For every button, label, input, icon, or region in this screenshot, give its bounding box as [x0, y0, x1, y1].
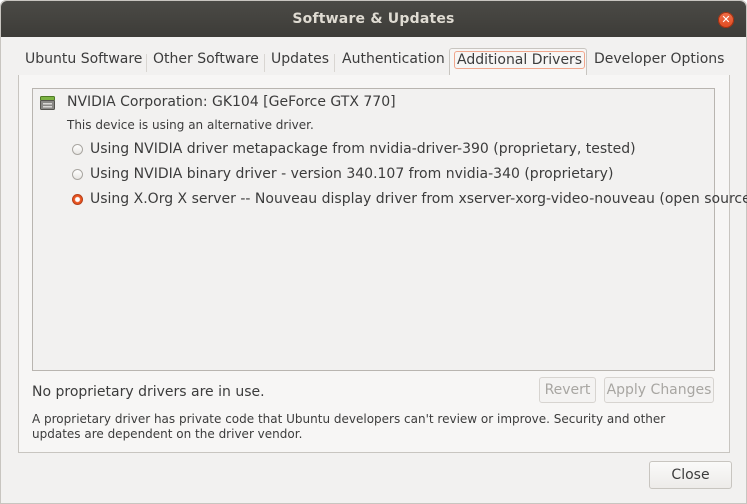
tab-label: Additional Drivers [454, 51, 586, 69]
proprietary-driver-note: A proprietary driver has private code th… [32, 412, 666, 441]
tab-other-software[interactable]: Other Software [153, 51, 259, 75]
tab-label: Other Software [153, 51, 259, 67]
driver-option-label: Using X.Org X server -- Nouveau display … [90, 191, 747, 207]
tab-label: Updates [271, 51, 329, 67]
radio-button[interactable] [72, 169, 83, 180]
tab-label: Ubuntu Software [25, 51, 143, 67]
drivers-list[interactable]: NVIDIA Corporation: GK104 [GeForce GTX 7… [32, 88, 747, 371]
graphics-card-icon [40, 96, 55, 110]
tab-label: Developer Options [594, 51, 725, 67]
revert-button[interactable]: Revert [539, 377, 596, 403]
window-close-icon[interactable]: ✕ [718, 12, 734, 28]
tab-additional-drivers[interactable]: Additional Drivers [449, 48, 587, 75]
radio-button-selected[interactable] [72, 194, 83, 205]
radio-button[interactable] [72, 144, 83, 155]
device-status: This device is using an alternative driv… [67, 118, 314, 132]
additional-drivers-panel: NVIDIA Corporation: GK104 [GeForce GTX 7… [18, 75, 747, 453]
device-name: NVIDIA Corporation: GK104 [GeForce GTX 7… [67, 94, 396, 110]
software-updates-window: Software & Updates ✕ Ubuntu Software Oth… [0, 0, 747, 504]
tab-updates[interactable]: Updates [271, 51, 329, 75]
apply-changes-button[interactable]: Apply Changes [604, 377, 714, 403]
tab-authentication[interactable]: Authentication [342, 51, 445, 75]
tab-separator [146, 54, 147, 72]
close-button[interactable]: Close [649, 461, 732, 489]
tab-separator [264, 54, 265, 72]
tab-developer-options[interactable]: Developer Options [594, 51, 724, 75]
driver-status-message: No proprietary drivers are in use. [32, 384, 265, 400]
tab-label: Authentication [342, 51, 445, 67]
tab-bar: Ubuntu Software Other Software Updates A… [18, 45, 730, 76]
title-bar[interactable]: Software & Updates ✕ [1, 1, 746, 37]
window-title: Software & Updates [292, 11, 455, 27]
driver-option-label: Using NVIDIA binary driver - version 340… [90, 166, 614, 182]
tab-ubuntu-software[interactable]: Ubuntu Software [25, 51, 142, 75]
driver-option-label: Using NVIDIA driver metapackage from nvi… [90, 141, 636, 157]
tab-separator [334, 54, 335, 72]
